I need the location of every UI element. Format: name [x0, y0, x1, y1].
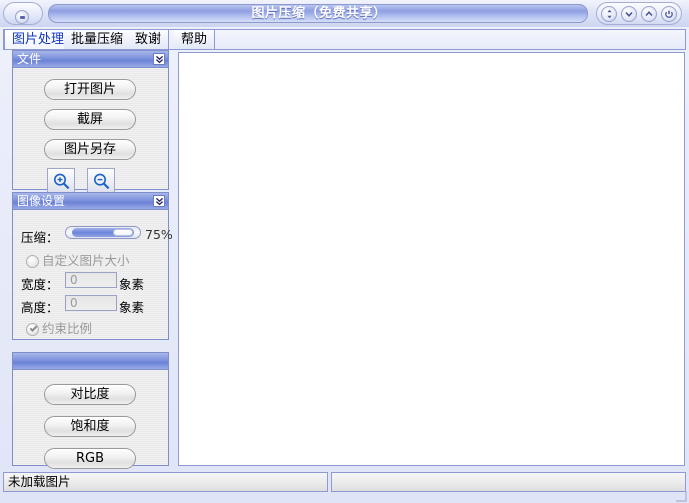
image-settings-panel-title: 图像设置 — [17, 194, 66, 208]
tab-help[interactable]: 帮助 — [174, 30, 216, 49]
window-controls — [596, 2, 682, 25]
height-input[interactable]: 0 — [65, 295, 117, 311]
status-right-text — [331, 472, 686, 492]
app-icon-cap — [3, 2, 43, 25]
restore-button[interactable] — [601, 6, 617, 22]
rgb-button[interactable]: RGB — [44, 448, 136, 469]
image-settings-panel-header: 图像设置 — [13, 193, 168, 210]
file-panel-header: 文件 — [13, 51, 168, 68]
file-panel-body: 打开图片 截屏 图片另存 — [13, 68, 168, 194]
power-icon — [665, 10, 673, 18]
resize-arrows-icon — [606, 9, 612, 19]
file-panel: 文件 打开图片 截屏 图片另存 — [12, 50, 169, 194]
constrain-proportions-row[interactable]: 约束比例 — [26, 318, 92, 337]
custom-size-checkbox[interactable] — [26, 255, 39, 268]
custom-size-checkbox-row[interactable]: 自定义图片大小 — [26, 250, 130, 269]
compression-label: 压缩： — [21, 230, 59, 245]
constrain-proportions-checkbox[interactable] — [26, 323, 39, 336]
application-window: 图片压缩（免费共享） 图片处理 批量压缩 致谢 帮助 文件 打开图片 截屏 图片… — [0, 0, 689, 503]
width-label: 宽度： — [21, 277, 59, 292]
compression-value: 75% — [145, 227, 173, 242]
save-image-as-button[interactable]: 图片另存 — [44, 139, 136, 160]
saturation-button[interactable]: 饱和度 — [44, 416, 136, 437]
double-chevron-down-icon — [155, 197, 163, 206]
chevron-down-icon — [625, 11, 633, 17]
file-panel-collapse-button[interactable] — [153, 53, 165, 65]
title-strip: 图片压缩（免费共享） — [48, 4, 588, 23]
status-bar: 未加载图片 — [3, 472, 686, 492]
width-unit-label: 象素 — [119, 277, 145, 292]
tab-batch-compress[interactable]: 批量压缩 — [64, 30, 132, 49]
screenshot-button[interactable]: 截屏 — [44, 109, 136, 130]
tab-bar: 图片处理 批量压缩 致谢 帮助 — [3, 29, 686, 50]
compression-slider-thumb[interactable] — [113, 229, 133, 236]
image-canvas[interactable] — [178, 52, 685, 466]
status-left-text: 未加载图片 — [3, 472, 328, 492]
open-image-button[interactable]: 打开图片 — [44, 79, 136, 100]
double-chevron-down-icon — [155, 55, 163, 64]
window-title: 图片压缩（免费共享） — [251, 6, 387, 21]
resize-grip-icon[interactable] — [673, 490, 687, 502]
height-label: 高度： — [21, 300, 59, 315]
adjust-panel: 对比度 饱和度 RGB — [12, 352, 169, 469]
adjust-panel-header — [13, 353, 168, 370]
zoom-out-button[interactable] — [87, 168, 115, 194]
contrast-button[interactable]: 对比度 — [44, 384, 136, 405]
constrain-proportions-label: 约束比例 — [42, 321, 93, 336]
height-unit-label: 象素 — [119, 300, 145, 315]
image-settings-panel: 图像设置 压缩： 75% 自定义图片大小 宽度： 0 象素 高度： 0 象素 约… — [12, 192, 173, 340]
minimize-button[interactable] — [621, 6, 637, 22]
image-settings-collapse-button[interactable] — [153, 195, 165, 207]
file-panel-title: 文件 — [17, 52, 42, 66]
tab-thanks[interactable]: 致谢 — [128, 30, 170, 49]
app-orb-icon — [15, 10, 29, 24]
maximize-button[interactable] — [641, 6, 657, 22]
width-input[interactable]: 0 — [65, 272, 117, 288]
image-settings-panel-body: 压缩： 75% 自定义图片大小 宽度： 0 象素 高度： 0 象素 约束比例 — [13, 210, 173, 339]
chevron-up-icon — [645, 11, 653, 17]
magnifier-minus-icon — [93, 173, 109, 190]
magnifier-plus-icon — [53, 173, 69, 190]
title-bar: 图片压缩（免费共享） — [0, 0, 689, 27]
custom-size-label: 自定义图片大小 — [42, 253, 130, 268]
tab-image-processing[interactable]: 图片处理 — [4, 30, 73, 49]
close-button[interactable] — [661, 6, 677, 22]
compression-slider[interactable] — [65, 226, 141, 239]
zoom-in-button[interactable] — [47, 168, 75, 194]
adjust-panel-body: 对比度 饱和度 RGB — [13, 370, 168, 469]
